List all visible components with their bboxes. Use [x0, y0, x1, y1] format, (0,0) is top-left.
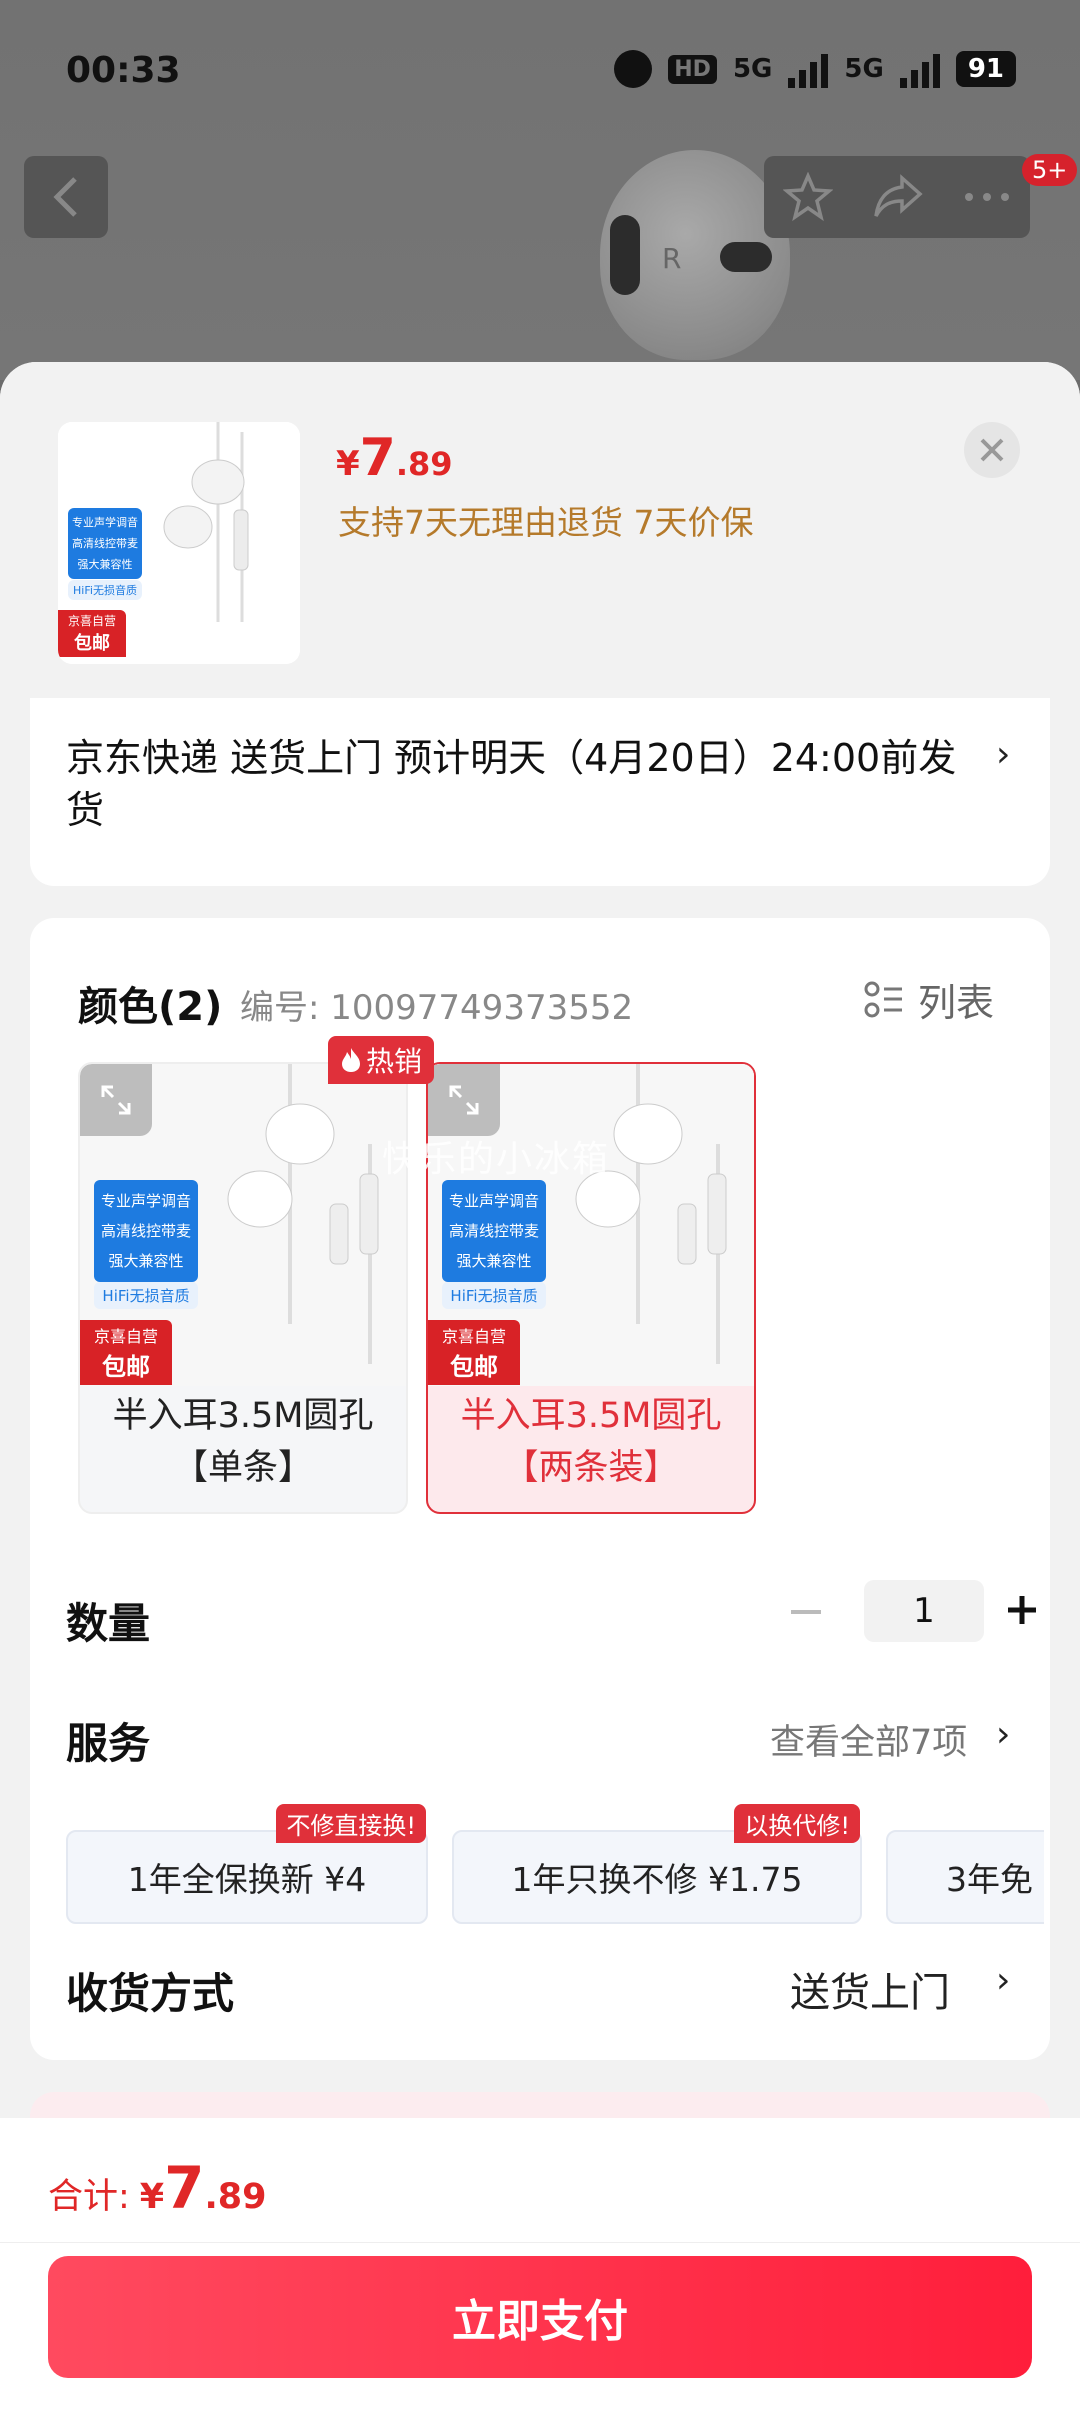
- checkout-footer: 合计: ¥7.89 立即支付: [0, 2118, 1080, 2412]
- plus-icon: [1008, 1596, 1036, 1624]
- color-title: 颜色(2): [78, 984, 223, 1030]
- variant-feature-tags: 专业声学调音 高清线控带麦 强大兼容性: [94, 1180, 198, 1282]
- product-thumbnail[interactable]: 专业声学调音 高清线控带麦 强大兼容性 HiFi无损音质 京喜自营 包邮: [58, 422, 300, 664]
- variant-brand-tag: 京喜自营 包邮: [80, 1320, 172, 1385]
- alarm-icon: [614, 50, 653, 88]
- spec-card: 颜色(2) 编号: 10097749373552 列表 专业声学调音 高清线控带…: [30, 918, 1050, 2060]
- variant-image: 专业声学调音 高清线控带麦 强大兼容性 HiFi无损音质 京喜自营 包邮: [80, 1064, 406, 1386]
- status-bar: 00:33 HD 5G 5G 91: [0, 0, 1080, 140]
- service-chip-row: 1年全保换新 ¥4 不修直接换! 1年只换不修 ¥1.75 以换代修! 3年免: [66, 1788, 1044, 1928]
- product-price: ¥7.89: [336, 428, 453, 488]
- service-view-all[interactable]: 查看全部7项: [770, 1714, 967, 1765]
- service-chip-label: 1年只换不修 ¥1.75: [511, 1860, 803, 1899]
- variant-brand-tag: 京喜自营 包邮: [428, 1320, 520, 1385]
- chevron-right-icon: ›: [996, 1960, 1011, 2001]
- service-chip[interactable]: 1年只换不修 ¥1.75 以换代修!: [452, 1804, 862, 1924]
- variant-option-single[interactable]: 专业声学调音 高清线控带麦 强大兼容性 HiFi无损音质 京喜自营 包邮 半入耳…: [78, 1062, 408, 1514]
- quantity-label: 数量: [66, 1599, 151, 1648]
- thumb-feature-tags: 专业声学调音 高清线控带麦 强大兼容性: [68, 508, 142, 579]
- expand-icon: [449, 1085, 479, 1115]
- service-view-all-label: 查看全部7项: [770, 1723, 968, 1763]
- expand-icon: [101, 1085, 131, 1115]
- list-label: 列表: [918, 981, 995, 1025]
- shipping-card[interactable]: 京东快递 送货上门 预计明天（4月20日）24:00前发货 ›: [30, 698, 1050, 886]
- expand-image-button[interactable]: [80, 1064, 152, 1136]
- hot-sale-tag: 热销: [328, 1036, 435, 1084]
- top-actions: [764, 156, 1030, 238]
- delivery-method-value[interactable]: 送货上门: [790, 1960, 950, 2018]
- signal-icon-2: [899, 50, 940, 88]
- minus-icon: [791, 1610, 821, 1614]
- chevron-left-icon: [53, 177, 77, 217]
- variant-label: 半入耳3.5M圆孔【单条】: [112, 1396, 374, 1488]
- service-chip[interactable]: 1年全保换新 ¥4 不修直接换!: [66, 1804, 428, 1924]
- variant-image: 专业声学调音 高清线控带麦 强大兼容性 HiFi无损音质 京喜自营 包邮: [428, 1064, 754, 1386]
- service-chip-tag: 以换代修!: [734, 1804, 860, 1843]
- total-currency: ¥: [139, 2177, 165, 2217]
- list-view-toggle[interactable]: 列表: [864, 972, 994, 1027]
- flame-icon: [342, 1048, 360, 1072]
- chevron-right-icon: ›: [996, 734, 1011, 775]
- quantity-input[interactable]: 1: [864, 1580, 984, 1642]
- thumb-hifi-tag: HiFi无损音质: [68, 580, 142, 600]
- variant-label: 半入耳3.5M圆孔【两条装】: [460, 1396, 722, 1488]
- service-chip[interactable]: 3年免: [886, 1830, 1044, 1924]
- quantity-increase-button[interactable]: [992, 1580, 1052, 1640]
- net-5g-label: 5G: [732, 54, 773, 84]
- service-label: 服务: [66, 1719, 151, 1768]
- list-icon: [864, 981, 902, 1017]
- close-button[interactable]: [964, 422, 1020, 478]
- signal-icon: [788, 50, 829, 88]
- pay-now-button[interactable]: 立即支付: [48, 2256, 1032, 2378]
- net-5g-label-2: 5G: [844, 54, 884, 84]
- service-chip-label: 3年免: [946, 1860, 1033, 1899]
- status-icons: HD 5G 5G 91: [614, 50, 1016, 88]
- service-chip-tag: 不修直接换!: [276, 1804, 426, 1843]
- shipping-text: 京东快递 送货上门 预计明天（4月20日）24:00前发货: [66, 736, 957, 832]
- share-icon[interactable]: [872, 174, 924, 220]
- status-time: 00:33: [66, 50, 181, 91]
- variant-hifi-tag: HiFi无损音质: [94, 1282, 198, 1309]
- sheet-header: 专业声学调音 高清线控带麦 强大兼容性 HiFi无损音质 京喜自营 包邮 ¥7.…: [0, 362, 1080, 702]
- image-watermark: 快乐的小冰箱: [382, 1139, 611, 1180]
- battery-icon: 91: [955, 51, 1016, 87]
- service-chip-label: 1年全保换新 ¥4: [127, 1860, 367, 1899]
- close-icon: [980, 438, 1004, 462]
- hot-sale-label: 热销: [366, 1045, 423, 1078]
- footer-divider: [0, 2242, 1080, 2243]
- star-icon[interactable]: [783, 172, 834, 222]
- total-int: 7: [164, 2154, 205, 2222]
- expand-image-button[interactable]: [428, 1064, 500, 1136]
- variant-hifi-tag: HiFi无损音质: [442, 1282, 546, 1309]
- earbud-image: R: [600, 150, 790, 360]
- chevron-right-icon: ›: [996, 1714, 1011, 1755]
- total-price: 合计: ¥7.89: [48, 2154, 267, 2222]
- variant-feature-tags: 专业声学调音 高清线控带麦 强大兼容性: [442, 1180, 546, 1282]
- delivery-method-label: 收货方式: [66, 1969, 235, 2018]
- more-icon[interactable]: [963, 191, 1011, 203]
- sku-number: 编号: 10097749373552: [240, 988, 634, 1028]
- hd-icon: HD: [668, 54, 717, 84]
- thumb-brand-tag: 京喜自营 包邮: [58, 610, 126, 657]
- message-badge: 5+: [1022, 154, 1078, 186]
- return-policy-text: 支持7天无理由退货 7天价保: [338, 503, 754, 542]
- total-dec: .89: [204, 2177, 267, 2217]
- total-label: 合计:: [48, 2177, 130, 2217]
- back-button[interactable]: [24, 156, 108, 238]
- quantity-decrease-button[interactable]: [776, 1582, 836, 1642]
- sku-sheet: 专业声学调音 高清线控带麦 强大兼容性 HiFi无损音质 京喜自营 包邮 ¥7.…: [0, 362, 1080, 2412]
